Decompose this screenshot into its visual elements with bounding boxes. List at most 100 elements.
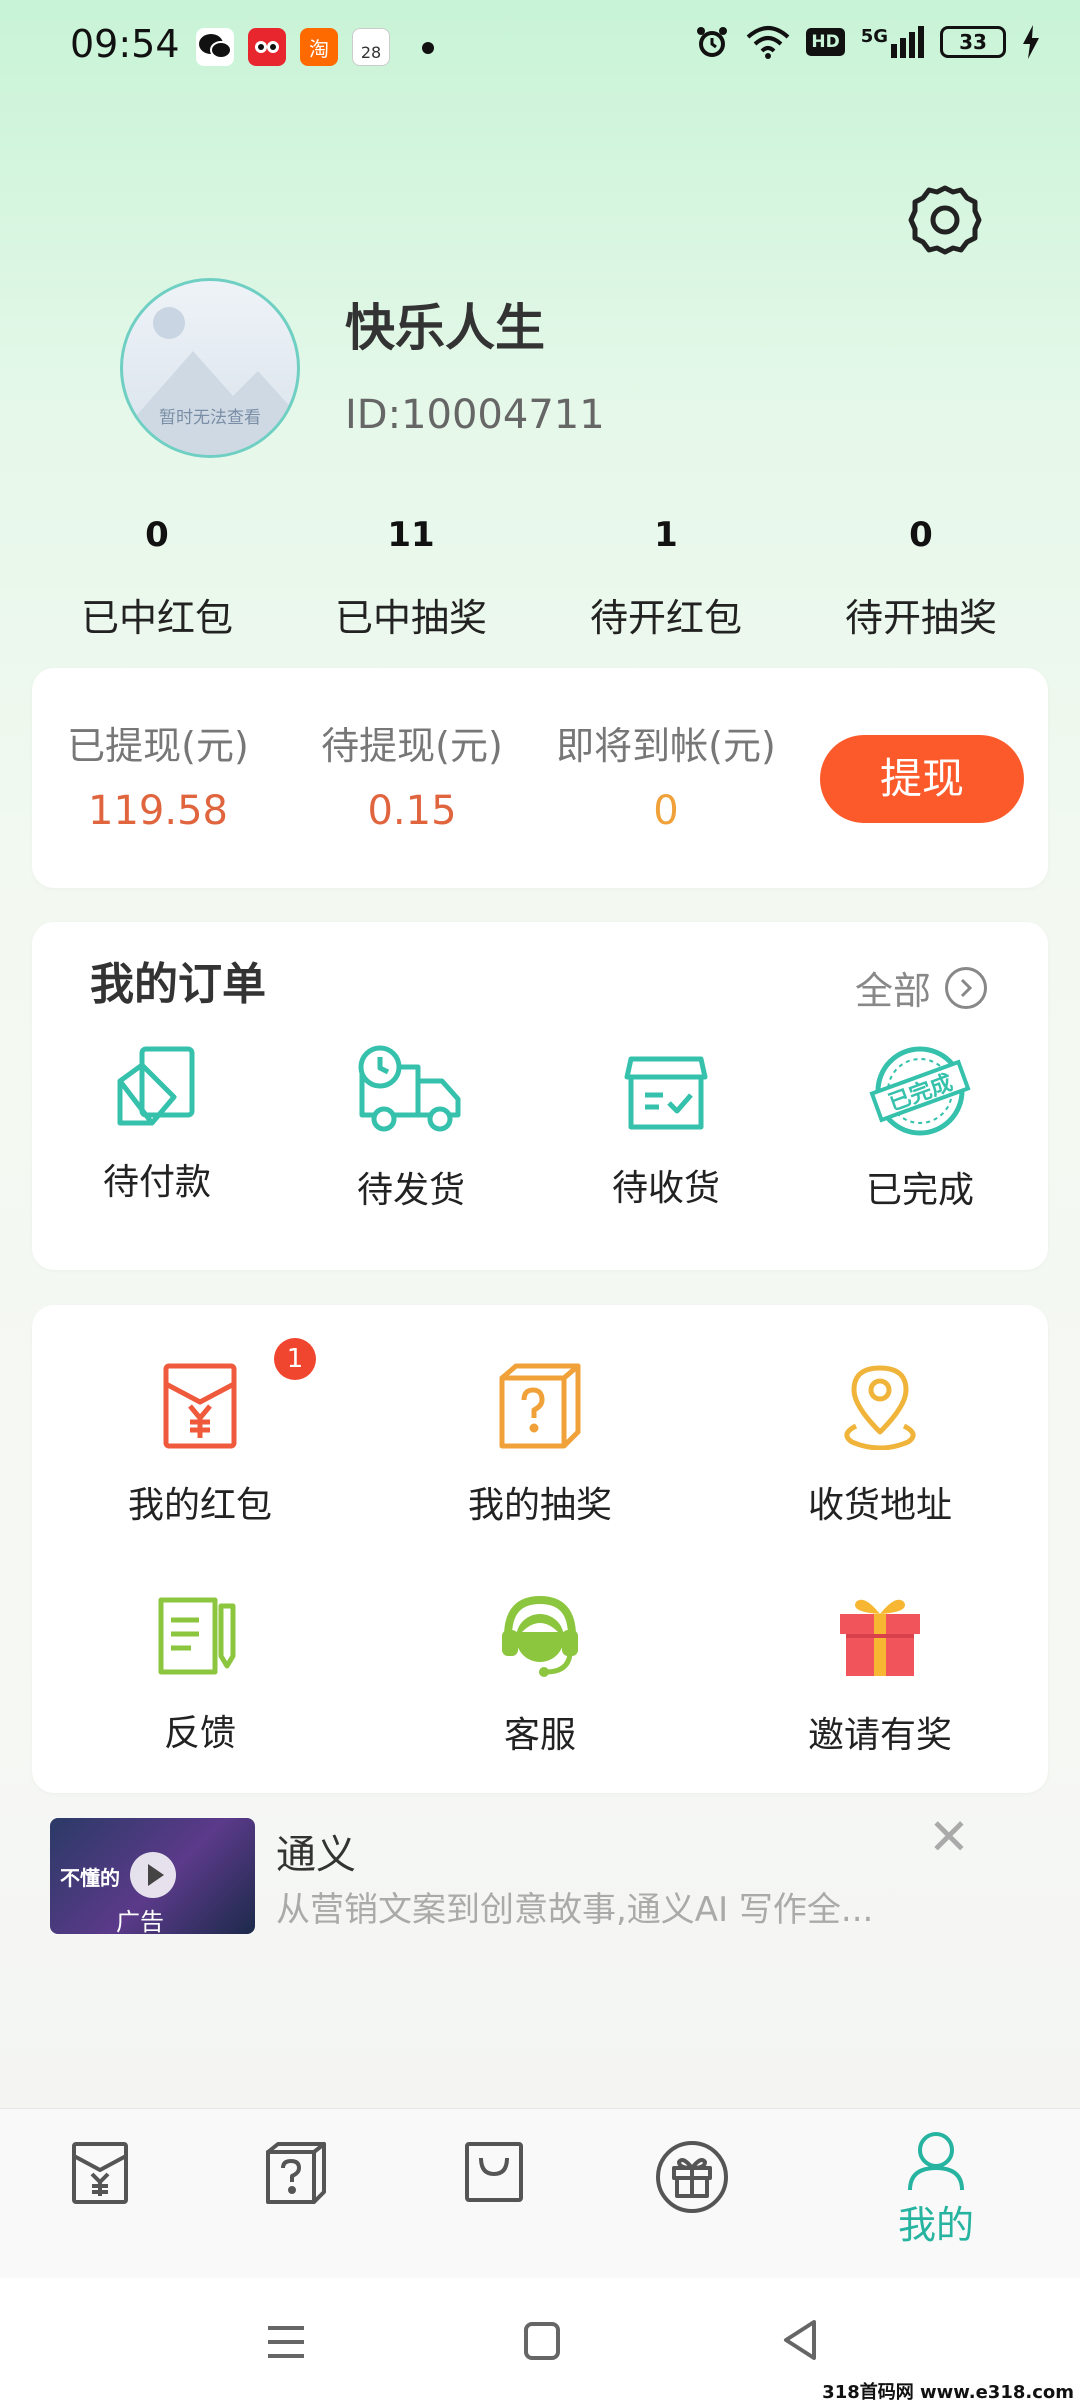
tmall-icon xyxy=(248,28,286,66)
alarm-icon xyxy=(697,27,728,57)
wifi-icon xyxy=(747,26,790,59)
tool-customer-service[interactable]: 客服 xyxy=(420,1592,660,1758)
calendar-icon: 28 xyxy=(352,28,390,66)
stat-lotteries-pending[interactable]: 0 待开抽奖 xyxy=(786,515,1056,642)
wallet-label: 已提现(元) xyxy=(67,724,249,768)
avatar-caption: 暂时无法查看 xyxy=(159,408,261,428)
tab-lottery[interactable] xyxy=(236,2140,356,2206)
gift-tab-icon xyxy=(656,2141,728,2213)
avatar[interactable]: 暂时无法查看 xyxy=(120,278,300,458)
location-icon xyxy=(844,1365,916,1450)
wallet-value: 0.15 xyxy=(367,788,457,834)
user-name: 快乐人生 xyxy=(345,299,545,357)
stat-label: 待开抽奖 xyxy=(844,596,997,640)
order-pending-payment[interactable]: 待付款 xyxy=(57,1045,257,1205)
order-label: 待付款 xyxy=(102,1162,211,1203)
tool-label: 客服 xyxy=(503,1715,576,1756)
orders-title: 我的订单 xyxy=(90,959,266,1010)
box-icon xyxy=(624,1056,708,1130)
customer-service-icon xyxy=(502,1595,578,1677)
taobao-icon: 淘 xyxy=(300,28,338,66)
tab-shop[interactable] xyxy=(434,2140,554,2204)
orders-all-label: 全部 xyxy=(855,969,932,1013)
gift-icon xyxy=(840,1599,920,1676)
menu-icon[interactable] xyxy=(264,2322,308,2366)
stat-label: 已中红包 xyxy=(80,596,233,640)
red-packet-tab-icon xyxy=(72,2142,128,2204)
more-notifications-dot xyxy=(422,42,434,54)
watermark: 318首码网 www.e318.com xyxy=(822,2382,1074,2403)
order-label: 已完成 xyxy=(865,1170,974,1211)
tool-label: 我的抽奖 xyxy=(467,1485,612,1526)
tab-red-packets[interactable] xyxy=(40,2140,160,2206)
ad-description[interactable]: 从营销文案到创意故事,通义AI 写作全... xyxy=(276,1882,916,1931)
stat-red-packets-pending[interactable]: 1 待开红包 xyxy=(531,515,801,642)
stat-lotteries-won[interactable]: 11 已中抽奖 xyxy=(276,515,546,642)
network-type: 5G xyxy=(860,26,888,47)
order-completed[interactable]: 已完成 已完成 xyxy=(820,1045,1020,1213)
shop-bag-tab-icon xyxy=(465,2142,523,2202)
tab-me[interactable]: 我的 xyxy=(876,2130,996,2249)
truck-icon xyxy=(358,1045,461,1132)
mystery-box-icon xyxy=(499,1363,581,1449)
wechat-icon xyxy=(196,28,234,66)
status-time: 09:54 xyxy=(70,22,180,66)
back-icon[interactable] xyxy=(780,2318,820,2366)
stat-value: 11 xyxy=(387,515,435,555)
tool-shipping-address[interactable]: 收货地址 xyxy=(760,1362,1000,1528)
signal-5g-icon: 5G xyxy=(861,26,924,58)
wallet-value: 0 xyxy=(653,788,679,834)
tool-my-lotteries[interactable]: 我的抽奖 xyxy=(420,1362,660,1528)
ad-tag: 广告 xyxy=(116,1908,164,1934)
feedback-icon xyxy=(158,1597,236,1675)
card-icon xyxy=(117,1046,195,1126)
stat-label: 已中抽奖 xyxy=(334,596,487,640)
taobao-label: 淘 xyxy=(309,36,329,61)
settings-gear-icon[interactable] xyxy=(905,180,985,260)
order-pending-shipment[interactable]: 待发货 xyxy=(311,1045,511,1213)
status-bar: 09:54 淘 28 HD 5G 33 xyxy=(0,0,1080,100)
calendar-day: 28 xyxy=(360,42,382,62)
stat-value: 0 xyxy=(145,515,169,555)
play-icon xyxy=(130,1852,176,1898)
tool-label: 反馈 xyxy=(163,1713,236,1754)
close-icon[interactable]: ✕ xyxy=(928,1808,970,1866)
user-id: ID:10004711 xyxy=(345,392,605,438)
status-icons: HD 5G 33 xyxy=(694,24,1040,60)
wallet-pending: 待提现(元) 0.15 xyxy=(292,715,532,834)
tool-invite-rewards[interactable]: 邀请有奖 xyxy=(760,1592,1000,1758)
wallet-value: 119.58 xyxy=(88,788,228,834)
wallet-label: 即将到帐(元) xyxy=(556,724,776,768)
orders-view-all-link[interactable]: 全部 xyxy=(855,960,988,1015)
stat-value: 0 xyxy=(909,515,933,555)
order-pending-receipt[interactable]: 待收货 xyxy=(566,1045,766,1211)
tab-gifts[interactable] xyxy=(632,2140,752,2214)
tool-label: 收货地址 xyxy=(807,1485,952,1526)
order-label: 待发货 xyxy=(356,1170,465,1211)
wallet-withdrawn: 已提现(元) 119.58 xyxy=(38,715,278,834)
stat-label: 待开红包 xyxy=(589,596,742,640)
hd-icon: HD xyxy=(806,28,845,56)
tab-label: 我的 xyxy=(897,2203,974,2247)
tool-label: 我的红包 xyxy=(127,1485,272,1526)
ad-thumbnail[interactable]: 不懂的 广告 xyxy=(50,1818,255,1934)
battery-level: 33 xyxy=(959,30,987,54)
tool-label: 邀请有奖 xyxy=(807,1715,952,1756)
charging-icon xyxy=(1023,25,1039,59)
ad-thumb-text: 不懂的 xyxy=(60,1866,120,1890)
profile-tab-icon xyxy=(908,2132,964,2191)
battery-icon: 33 xyxy=(940,26,1006,58)
completed-stamp-icon: 已完成 xyxy=(869,1046,971,1136)
tool-my-red-packets[interactable]: 我的红包 xyxy=(80,1362,320,1528)
ad-title[interactable]: 通义 xyxy=(276,1822,356,1880)
home-icon[interactable] xyxy=(522,2320,562,2366)
stat-red-packets-won[interactable]: 0 已中红包 xyxy=(22,515,292,642)
chevron-right-icon xyxy=(945,966,988,1009)
image-placeholder-icon xyxy=(123,307,297,455)
stat-value: 1 xyxy=(654,515,678,555)
lottery-tab-icon xyxy=(266,2142,326,2204)
withdraw-button[interactable]: 提现 xyxy=(820,735,1024,823)
tool-feedback[interactable]: 反馈 xyxy=(80,1592,320,1756)
wallet-arriving: 即将到帐(元) 0 xyxy=(546,715,786,834)
system-nav-bar: 318首码网 www.e318.com xyxy=(0,2278,1080,2408)
